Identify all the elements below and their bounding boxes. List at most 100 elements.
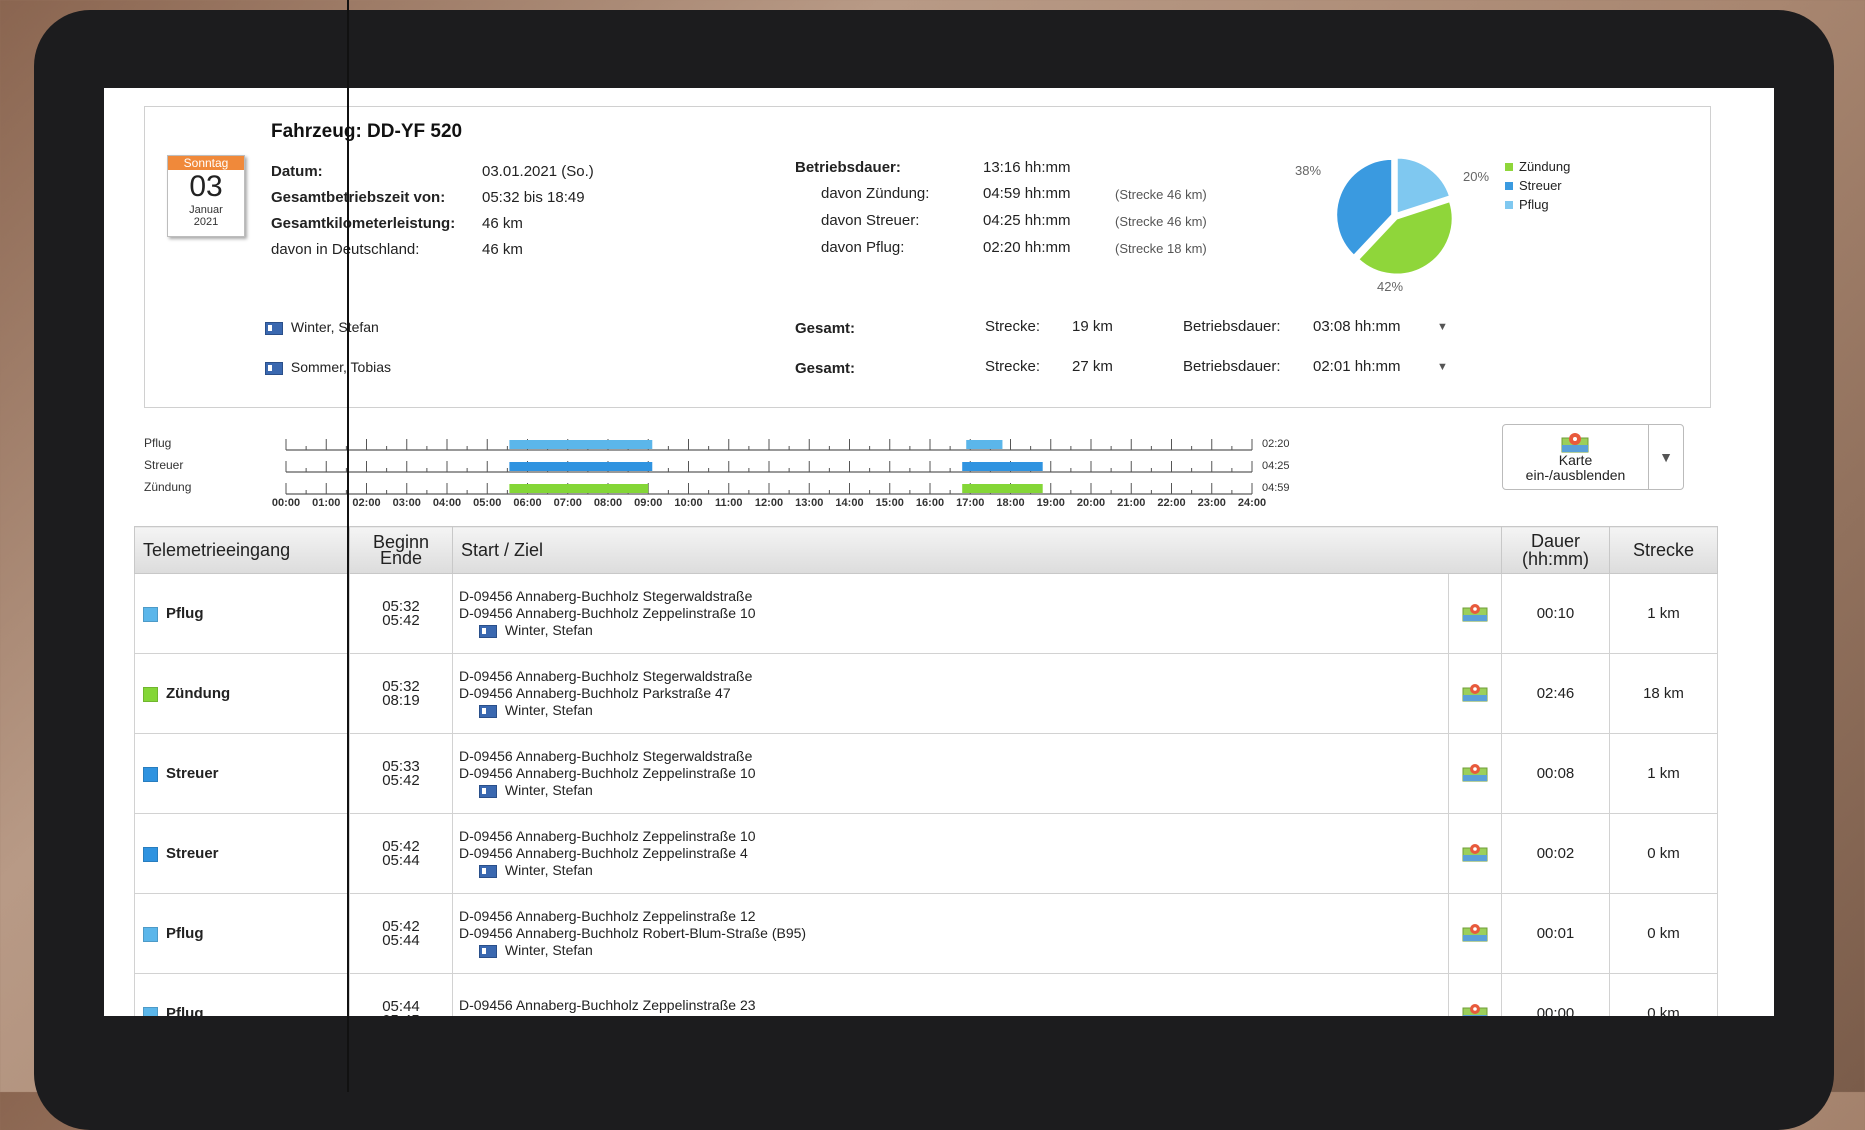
map-icon[interactable] (1462, 842, 1488, 862)
timeline-hour-label: 09:00 (634, 497, 662, 508)
datum-value: 03.01.2021 (So.) (482, 163, 594, 180)
end-time: 05:45 (351, 1013, 451, 1017)
route-driver-name: Winter, Stefan (504, 942, 593, 958)
map-link-cell[interactable] (1448, 973, 1502, 1016)
driver-expand-icon[interactable]: ▼ (1437, 321, 1448, 333)
legend-label: Pflug (1519, 197, 1549, 212)
map-icon[interactable] (1462, 682, 1488, 702)
telemetry-type-cell: Streuer (134, 733, 350, 814)
destination-address: D-09456 Annaberg-Buchholz Zeppelinstraße… (459, 1014, 1447, 1017)
pflug-dauer-value: 02:20 hh:mm (983, 239, 1071, 256)
map-icon[interactable] (1462, 1002, 1488, 1016)
datum-label: Datum: (271, 163, 323, 180)
app-screen: Sonntag 03 Januar 2021 Fahrzeug: DD-YF 5… (104, 88, 1774, 1016)
table-row[interactable]: Streuer 05:42 05:44 D-09456 Annaberg-Buchho… (134, 813, 1718, 894)
timeline-hour-label: 06:00 (513, 497, 541, 508)
duration-cell: 00:00 (1501, 973, 1610, 1016)
route-driver-name: Winter, Stefan (504, 782, 593, 798)
time-cell: 05:33 05:42 (349, 733, 453, 814)
destination-address: D-09456 Annaberg-Buchholz Parkstraße 47 (459, 685, 731, 701)
telemetry-type-cell: Zündung (134, 653, 350, 734)
time-cell: 05:4405:45 (349, 973, 453, 1017)
telemetry-type: Streuer (166, 765, 219, 782)
start-address: D-09456 Annaberg-Buchholz Stegerwaldstra… (459, 668, 753, 684)
legend-swatch (1505, 201, 1513, 209)
map-icon[interactable] (1462, 762, 1488, 782)
table-row[interactable]: Pflug 05:4405:45 D-09456 Annaberg-Buchholz… (134, 973, 1718, 1017)
col-beginn-ende[interactable]: Beginn Ende (349, 526, 453, 574)
betriebsdauer-label: Betriebsdauer: (795, 159, 901, 176)
table-row[interactable]: Streuer 05:33 05:42 D-09456 Annaberg-Buchho… (134, 733, 1718, 814)
end-time: 05:42 (382, 771, 420, 789)
driver-card-icon (265, 361, 283, 375)
route-cell: D-09456 Annaberg-Buchholz Stegerwaldstra… (452, 573, 1449, 654)
col-telemetrieeingang[interactable]: Telemetrieeingang (134, 526, 350, 574)
table-row[interactable]: Zündung 05:32 08:19 D-09456 Annaberg-Buchho… (134, 653, 1718, 734)
time-cell: 05:42 05:44 (349, 813, 453, 894)
map-icon[interactable] (1462, 602, 1488, 622)
driver-card-icon (479, 864, 497, 878)
timeline-hour-label: 18:00 (996, 497, 1024, 508)
telemetry-color-icon (143, 606, 158, 622)
col-start-ziel[interactable]: Start / Ziel (452, 526, 1502, 574)
toggle-map-button[interactable]: Karte ein-/ausblenden ▼ (1502, 424, 1684, 490)
timeline-row-total: 04:59 (1262, 482, 1290, 494)
col-dauer[interactable]: Dauer (hh:mm) (1501, 526, 1610, 574)
map-link-cell[interactable] (1448, 893, 1502, 974)
legend-label: Zündung (1519, 159, 1571, 174)
end-time: 08:19 (382, 691, 420, 709)
divider-line (347, 0, 349, 1092)
telemetry-type: Pflug (166, 925, 204, 942)
timeline-hour-label: 20:00 (1077, 497, 1105, 508)
time-cell: 05:32 08:19 (349, 653, 453, 734)
driver-card-icon (479, 624, 497, 638)
table-row[interactable]: Pflug 05:42 05:44 D-09456 Annaberg-Buchholz… (134, 893, 1718, 974)
destination-address: D-09456 Annaberg-Buchholz Robert-Blum-St… (459, 925, 807, 941)
telemetry-type: Streuer (166, 845, 219, 862)
driver-name: Winter, Stefan (290, 319, 379, 335)
route-driver: Winter, Stefan (459, 702, 1447, 719)
legend-item: Streuer (1505, 176, 1593, 195)
timeline-row-label: Pflug (144, 436, 171, 450)
timeline-segment (509, 484, 649, 493)
time-cell: 05:32 05:42 (349, 573, 453, 654)
legend-label: Streuer (1519, 178, 1562, 193)
col-strecke[interactable]: Strecke (1609, 526, 1718, 574)
telemetry-type: Pflug (166, 1005, 204, 1016)
duration-cell: 00:10 (1501, 573, 1610, 654)
driver-gesamt-label: Gesamt: (795, 320, 856, 337)
map-icon[interactable] (1462, 922, 1488, 942)
streuer-dauer-value: 04:25 hh:mm (983, 212, 1071, 229)
distance-cell: 1 km (1609, 733, 1718, 814)
map-link-cell[interactable] (1448, 573, 1502, 654)
route-driver-name: Winter, Stefan (504, 702, 593, 718)
timeline-hour-label: 22:00 (1157, 497, 1185, 508)
driver-sommer[interactable]: Sommer, Tobias (265, 359, 391, 375)
map-link-cell[interactable] (1448, 733, 1502, 814)
betriebsdauer-value: 13:16 hh:mm (983, 159, 1071, 176)
col-dauer-label: Dauer (1530, 531, 1581, 551)
table-row[interactable]: Pflug 05:32 05:42 D-09456 Annaberg-Buchholz… (134, 573, 1718, 654)
driver-dauer-value: 02:01 hh:mm (1313, 358, 1401, 375)
map-link-cell[interactable] (1448, 653, 1502, 734)
telemetry-type-cell: Pflug (134, 893, 350, 974)
driver-gesamt-label: Gesamt: (795, 360, 856, 377)
driver-expand-icon[interactable]: ▼ (1437, 361, 1448, 373)
timeline-segment (962, 484, 1043, 493)
telemetry-color-icon (143, 1006, 158, 1016)
calendar-month: Januar (189, 204, 223, 216)
destination-address: D-09456 Annaberg-Buchholz Zeppelinstraße… (459, 605, 756, 621)
map-dropdown-chevron-icon[interactable]: ▼ (1648, 425, 1683, 489)
telemetry-color-icon (143, 766, 158, 782)
map-link-cell[interactable] (1448, 813, 1502, 894)
driver-winter[interactable]: Winter, Stefan (265, 319, 379, 335)
timeline-hour-label: 12:00 (755, 497, 783, 508)
timeline-hour-label: 16:00 (916, 497, 944, 508)
timeline-hour-label: 08:00 (594, 497, 622, 508)
start-address: D-09456 Annaberg-Buchholz Zeppelinstraße… (459, 996, 756, 1013)
table-header-row: Telemetrieeingang Beginn Ende Start / Zi… (134, 526, 1718, 574)
destination-address: D-09456 Annaberg-Buchholz Zeppelinstraße… (459, 845, 748, 861)
legend-swatch (1505, 182, 1513, 190)
time-cell: 05:42 05:44 (349, 893, 453, 974)
timeline-hour-label: 01:00 (312, 497, 340, 508)
